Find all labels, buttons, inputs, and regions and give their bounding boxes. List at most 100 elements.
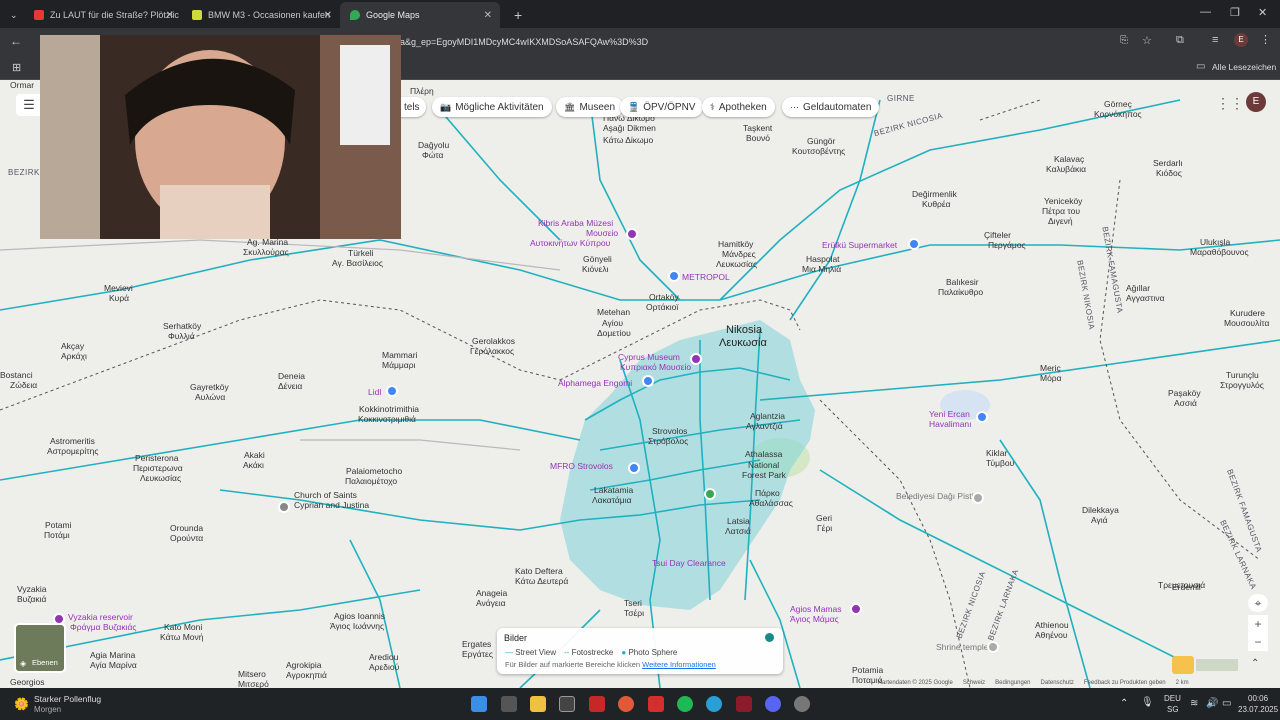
battery-icon[interactable]: ▭ bbox=[1222, 698, 1231, 709]
poi-pin-icon[interactable] bbox=[850, 603, 862, 615]
hospital-pin-icon[interactable] bbox=[628, 462, 640, 474]
poi-label[interactable]: Κυπριακό Μουσείο bbox=[620, 362, 691, 372]
church-pin-icon[interactable] bbox=[278, 501, 290, 513]
chip-activities[interactable]: 📷 Mögliche Aktivitäten bbox=[432, 97, 552, 117]
privacy-link[interactable]: Datenschutz bbox=[1041, 680, 1074, 686]
tab-google-maps[interactable]: Google Maps ✕ bbox=[340, 2, 500, 28]
shop-pin-icon[interactable] bbox=[386, 385, 398, 397]
poi-label[interactable]: Agios Mamas bbox=[790, 604, 842, 614]
shield-icon[interactable] bbox=[589, 696, 605, 712]
app-icon[interactable] bbox=[648, 696, 664, 712]
map-label: Deneia bbox=[278, 371, 305, 381]
media-icon[interactable]: ≡ bbox=[1212, 34, 1218, 46]
menu-icon[interactable]: ⋮ bbox=[1260, 33, 1271, 46]
tab-search-button[interactable]: ⌄ bbox=[0, 4, 20, 26]
volume-icon[interactable]: 🔊 bbox=[1206, 698, 1218, 709]
images-panel[interactable]: Bilder — Street View -- Fotostrecke ● Ph… bbox=[497, 628, 783, 674]
all-bookmarks-link[interactable]: Alle Lesezeichen bbox=[1212, 62, 1276, 72]
close-icon[interactable]: ✕ bbox=[166, 10, 174, 21]
chrome-icon[interactable] bbox=[618, 696, 634, 712]
spotify-icon[interactable] bbox=[677, 696, 693, 712]
poi-label[interactable]: Alphamega Engomi bbox=[558, 378, 632, 388]
task-view-icon[interactable] bbox=[501, 696, 517, 712]
hamburger-menu-icon[interactable]: ☰ bbox=[16, 94, 42, 116]
zoom-out-button[interactable]: − bbox=[1248, 633, 1268, 651]
discord-icon[interactable] bbox=[765, 696, 781, 712]
poi-label[interactable]: METROPOL bbox=[682, 272, 730, 282]
airport-pin-icon[interactable] bbox=[976, 411, 988, 423]
park-pin-icon[interactable] bbox=[704, 488, 716, 500]
bookmark-star-icon[interactable]: ☆ bbox=[1142, 34, 1152, 47]
new-tab-button[interactable]: + bbox=[504, 4, 524, 26]
tray-chevron-icon[interactable]: ⌃ bbox=[1120, 698, 1128, 709]
chip-museums[interactable]: 🏛 Museen bbox=[556, 97, 624, 117]
install-icon[interactable]: ⎘ bbox=[1120, 35, 1128, 46]
extensions-icon[interactable]: ⧉ bbox=[1176, 34, 1184, 47]
more-info-link[interactable]: Weitere Informationen bbox=[642, 660, 716, 669]
poi-label[interactable]: Φράγμα Βυζακιάς bbox=[70, 622, 137, 632]
store-icon[interactable] bbox=[559, 696, 575, 712]
profile-avatar[interactable]: E bbox=[1234, 33, 1248, 47]
museum-pin-icon[interactable] bbox=[626, 228, 638, 240]
shop-pin-icon[interactable] bbox=[642, 375, 654, 387]
layers-button[interactable]: ◈ Ebenen bbox=[14, 623, 66, 673]
tab-youtube[interactable]: Zu LAUT für die Straße? Plötzlic ✕ bbox=[24, 4, 182, 26]
close-window-icon[interactable]: ✕ bbox=[1258, 6, 1267, 19]
feedback-link[interactable]: Feedback zu Produkten geben bbox=[1084, 680, 1166, 686]
apps-icon[interactable]: ⊞ bbox=[12, 61, 21, 74]
poi-label[interactable]: Kibris Araba Müzesi bbox=[538, 218, 613, 228]
poi-label[interactable]: Tsui Day Clearance bbox=[652, 558, 726, 568]
app-icon[interactable] bbox=[706, 696, 722, 712]
my-location-icon[interactable]: ⌖ bbox=[1248, 594, 1268, 612]
minimize-icon[interactable]: — bbox=[1200, 6, 1211, 18]
poi-label[interactable]: Μουσείο bbox=[586, 228, 618, 238]
settings-icon[interactable] bbox=[794, 696, 810, 712]
poi-label[interactable]: Vyzakia reservoir bbox=[68, 612, 133, 622]
region-link[interactable]: Schweiz bbox=[963, 680, 985, 686]
map-label: Vyzakia bbox=[17, 584, 47, 594]
account-avatar[interactable]: E bbox=[1246, 92, 1266, 112]
poi-label[interactable]: MFRO Strovolos bbox=[550, 461, 613, 471]
terms-link[interactable]: Bedingungen bbox=[995, 680, 1030, 686]
restore-icon[interactable]: ❐ bbox=[1230, 6, 1240, 19]
poi-label[interactable]: Lidl bbox=[368, 387, 381, 397]
chip-pharmacies[interactable]: ⚕ Apotheken bbox=[702, 97, 775, 117]
shop-pin-icon[interactable] bbox=[908, 238, 920, 250]
poi-label[interactable]: Άγιος Μάμας bbox=[790, 614, 839, 624]
museum-pin-icon[interactable] bbox=[690, 353, 702, 365]
clock-time[interactable]: 00:06 bbox=[1248, 694, 1268, 703]
back-icon[interactable]: ← bbox=[10, 34, 22, 48]
poi-label[interactable]: Erülkü Supermarket bbox=[822, 240, 897, 250]
landmark-pin-icon[interactable] bbox=[972, 492, 984, 504]
close-icon[interactable]: ✕ bbox=[324, 10, 332, 21]
zoom-in-button[interactable]: + bbox=[1248, 615, 1268, 633]
poi-label[interactable]: Cyprus Museum bbox=[618, 352, 680, 362]
weather-icon[interactable]: 🌼 bbox=[14, 697, 29, 711]
app-icon[interactable] bbox=[736, 696, 752, 712]
imagery-thumbnails[interactable] bbox=[1196, 659, 1238, 671]
city-label[interactable]: Λευκωσία bbox=[719, 338, 767, 349]
poi-label[interactable]: Yeni Ercan bbox=[929, 409, 970, 419]
poi-label[interactable]: Αυτοκινήτων Κύπρου bbox=[530, 238, 610, 248]
toggle-dot[interactable] bbox=[765, 633, 774, 642]
language-label[interactable]: DEU bbox=[1164, 694, 1181, 703]
city-label[interactable]: Nikosia bbox=[726, 325, 762, 336]
expand-icon[interactable]: ⌃ bbox=[1251, 658, 1259, 669]
pegman-icon[interactable] bbox=[1172, 656, 1194, 674]
chip-hotels[interactable]: tels bbox=[398, 97, 426, 117]
file-explorer-icon[interactable] bbox=[530, 696, 546, 712]
weather-title[interactable]: Starker Pollenflug bbox=[34, 694, 101, 704]
chip-transit[interactable]: 🚆 ÖPV/ÖPNV bbox=[620, 97, 704, 117]
landmark-pin-icon[interactable] bbox=[987, 641, 999, 653]
transit-pin-icon[interactable] bbox=[668, 270, 680, 282]
poi-label[interactable]: Havalimanı bbox=[929, 419, 972, 429]
tab-bmw[interactable]: BMW M3 - Occasionen kaufen ✕ bbox=[182, 4, 340, 26]
google-apps-icon[interactable]: ⋮⋮ bbox=[1216, 95, 1244, 112]
address-bar[interactable]: a&g_ep=EgoyMDI1MDcyMC4wIKXMDSoASAFQAw%3D… bbox=[396, 32, 1116, 52]
microphone-icon[interactable]: 🎙 bbox=[1141, 697, 1154, 708]
map-label: Shrine temple bbox=[936, 642, 989, 652]
chip-atms[interactable]: ··· Geldautomaten bbox=[782, 97, 880, 117]
wifi-icon[interactable]: ≋ bbox=[1190, 698, 1198, 709]
start-icon[interactable] bbox=[471, 696, 487, 712]
close-icon[interactable]: ✕ bbox=[484, 10, 492, 21]
